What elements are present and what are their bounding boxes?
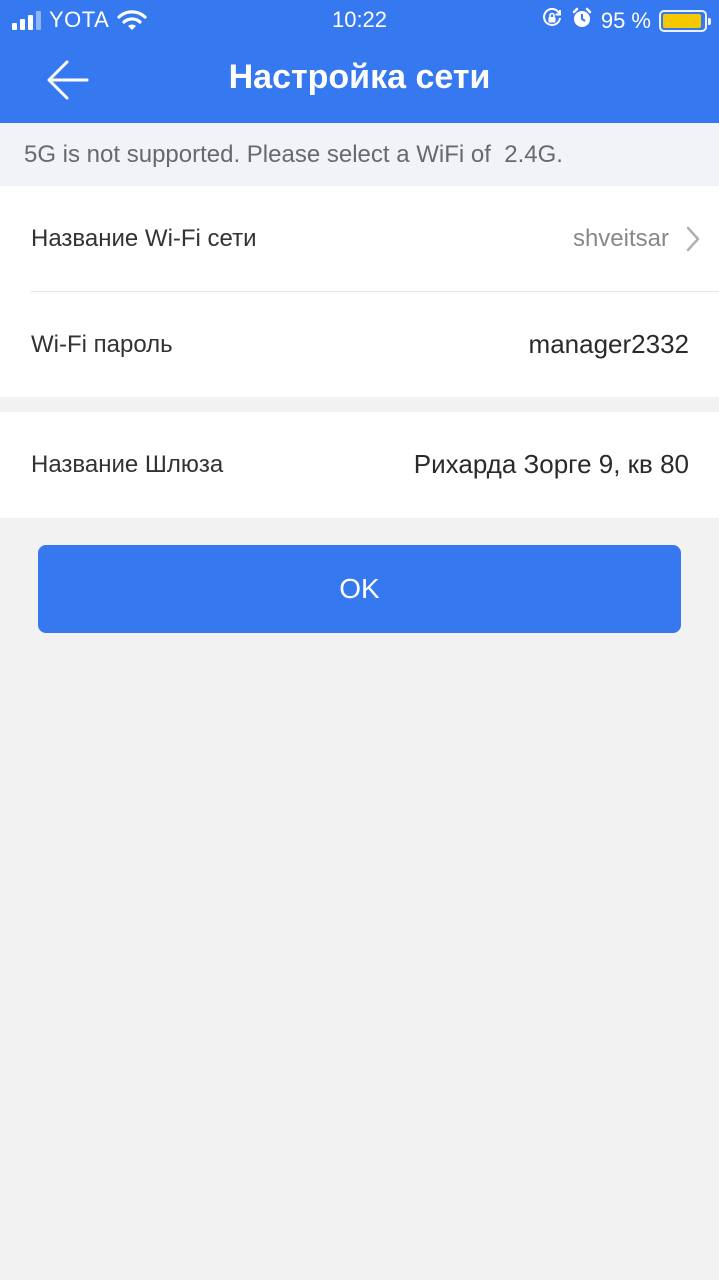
gateway-card: Название Шлюза Рихарда Зорге 9, кв 80: [0, 412, 719, 518]
wifi-ssid-label: Название Wi-Fi сети: [31, 225, 257, 252]
battery-percent: 95 %: [600, 8, 651, 33]
wifi-settings-card: Название Wi-Fi сети shveitsar Wi-Fi паро…: [0, 186, 719, 397]
ok-button[interactable]: OK: [38, 545, 681, 633]
alarm-icon: [571, 7, 593, 35]
chevron-right-icon: [686, 226, 700, 252]
wifi-password-row[interactable]: Wi-Fi пароль manager2332: [31, 291, 719, 397]
battery-icon: [659, 10, 711, 32]
battery-fill: [663, 14, 701, 28]
orientation-lock-icon: [541, 7, 563, 35]
gateway-name-field[interactable]: Рихарда Зорге 9, кв 80: [414, 412, 689, 517]
status-bar: YOTA 10:22 95 %: [0, 0, 719, 40]
wifi-ssid-value: shveitsar: [572, 225, 669, 252]
status-right: 95 %: [541, 7, 711, 35]
notice-banner: 5G is not supported. Please select a WiF…: [0, 123, 719, 186]
wifi-password-label: Wi-Fi пароль: [31, 331, 173, 358]
nav-bar: Настройка сети: [0, 40, 719, 123]
page-title: Настройка сети: [228, 58, 491, 96]
gateway-name-row[interactable]: Название Шлюза Рихарда Зорге 9, кв 80: [31, 412, 719, 517]
wifi-ssid-row[interactable]: Название Wi-Fi сети shveitsar: [31, 186, 719, 291]
gateway-name-label: Название Шлюза: [31, 451, 224, 478]
wifi-password-field[interactable]: manager2332: [529, 292, 689, 397]
app-header: YOTA 10:22 95 % Настройка сети: [0, 0, 719, 123]
